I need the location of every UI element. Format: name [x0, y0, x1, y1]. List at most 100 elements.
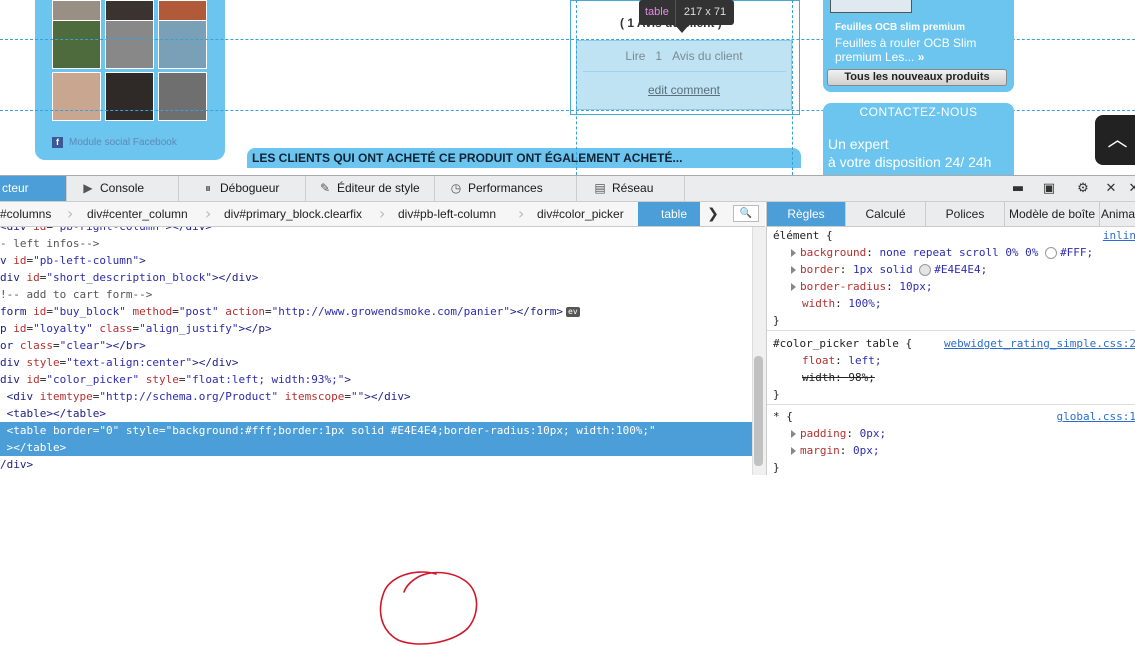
markup-line-selected[interactable]: ></table> [0, 439, 752, 456]
scroll-to-top-button[interactable]: ︿ [1095, 115, 1135, 165]
close-icon[interactable]: ✕ [1124, 179, 1135, 199]
markup-line[interactable]: <div id="pb-right-column"></div> [0, 227, 752, 235]
css-declaration-overridden[interactable]: width: 98%; [802, 369, 875, 386]
markup-line[interactable]: div id="color_picker" style="float:left;… [0, 371, 752, 388]
all-new-products-button[interactable]: Tous les nouveaux produits [827, 69, 1007, 86]
breadcrumb-item[interactable]: div#pb-left-column [398, 202, 496, 226]
css-property[interactable]: width [802, 297, 835, 310]
expand-triangle-icon[interactable] [791, 283, 796, 291]
search-icon[interactable]: 🔍 [733, 205, 759, 222]
close-icon[interactable]: ✕ [1101, 179, 1121, 199]
style-editor-icon: ✎ [319, 181, 331, 195]
rule-source-link[interactable]: global.css:1 [1057, 408, 1135, 425]
css-value[interactable]: 10px; [899, 280, 932, 293]
css-declaration[interactable]: margin: 0px; [791, 442, 880, 459]
css-property[interactable]: float [802, 354, 835, 367]
css-value[interactable]: 100%; [848, 297, 881, 310]
markup-line[interactable]: /div> [0, 456, 752, 473]
markup-line[interactable]: div id="short_description_block"></div> [0, 269, 752, 286]
contact-line-2: à votre disposition 24/ 24h [828, 154, 992, 170]
markup-line-selected[interactable]: <table border="0" style="background:#fff… [0, 422, 752, 439]
profile-photo[interactable] [52, 72, 101, 121]
tab-console[interactable]: ▶ Console [67, 176, 179, 201]
css-value[interactable]: 0px; [853, 444, 880, 457]
facebook-module-label[interactable]: f Module social Facebook [52, 137, 177, 148]
markup-view[interactable]: <div id="pb-right-column"></div> - left … [0, 227, 752, 475]
tab-box-model[interactable]: Modèle de boîte [1005, 202, 1100, 226]
css-declaration[interactable]: padding: 0px; [791, 425, 886, 442]
css-declaration[interactable]: float: left; [802, 352, 882, 369]
expand-triangle-icon[interactable] [791, 266, 796, 274]
rule-selector[interactable]: élément { [773, 227, 833, 244]
rule-selector[interactable]: * { [773, 408, 793, 425]
profile-photo[interactable] [105, 20, 154, 69]
breadcrumb-item[interactable]: div#primary_block.clearfix [224, 202, 362, 226]
breadcrumb-item[interactable]: #columns [0, 202, 51, 226]
expand-triangle-icon[interactable] [791, 430, 796, 438]
css-declaration[interactable]: background: none repeat scroll 0% 0% #FF… [791, 244, 1093, 261]
breadcrumb-item[interactable]: div#color_picker [537, 202, 624, 226]
product-description[interactable]: Feuilles à rouler OCB Slim premium Les..… [835, 36, 1010, 64]
tab-performance[interactable]: ◷ Performances [435, 176, 577, 201]
css-property[interactable]: border-radius [800, 280, 886, 293]
markup-line[interactable]: form id="buy_block" method="post" action… [0, 303, 752, 320]
css-property[interactable]: background [800, 246, 866, 259]
gear-icon[interactable]: ⚙ [1073, 179, 1093, 199]
tab-label: Console [100, 181, 145, 195]
read-reviews-link[interactable]: Lire 1 Avis du client [576, 49, 792, 63]
css-value[interactable]: left; [848, 354, 881, 367]
css-property[interactable]: padding [800, 427, 846, 440]
markup-scrollbar-thumb[interactable] [754, 356, 763, 466]
color-swatch[interactable] [1045, 247, 1058, 259]
css-declaration[interactable]: width: 100%; [802, 295, 882, 312]
markup-line[interactable]: or class="clear"></br> [0, 337, 752, 354]
facebook-module-text: Module social Facebook [69, 137, 177, 149]
rule-source-link[interactable]: webwidget_rating_simple.css:2 [944, 335, 1135, 352]
expand-triangle-icon[interactable] [791, 447, 796, 455]
expand-triangle-icon[interactable] [791, 249, 796, 257]
color-swatch[interactable] [919, 264, 932, 276]
css-value[interactable]: 1px solid #E4E4E4; [853, 263, 987, 276]
profile-photo[interactable] [52, 20, 101, 69]
chevron-right-icon[interactable]: ❯ [703, 205, 723, 223]
markup-line[interactable]: div style="text-align:center"></div> [0, 354, 752, 371]
markup-line[interactable]: <div itemtype="http://schema.org/Product… [0, 388, 752, 405]
markup-line[interactable]: - left infos--> [0, 235, 752, 252]
css-value[interactable]: 0px; [860, 427, 887, 440]
tab-inspector[interactable]: cteur [0, 176, 67, 201]
chevron-up-icon: ︿ [1107, 127, 1128, 151]
product-title[interactable]: Feuilles OCB slim premium [835, 22, 965, 33]
tab-rules[interactable]: Règles [767, 202, 846, 226]
tab-style-editor[interactable]: ✎ Éditeur de style [306, 176, 435, 201]
tab-debugger[interactable]: ⏸ Débogueur [179, 176, 306, 201]
css-declaration[interactable]: border: 1px solid #E4E4E4; [791, 261, 987, 278]
console-icon: ▶ [83, 181, 93, 195]
css-declaration[interactable]: border-radius: 10px; [791, 278, 932, 295]
css-property[interactable]: border [800, 263, 840, 276]
edit-comment-link[interactable]: edit comment [576, 83, 792, 97]
rule-source-link[interactable]: inlin [1103, 227, 1135, 244]
product-thumbnail[interactable] [830, 0, 912, 13]
markup-line[interactable]: !-- add to cart form--> [0, 286, 752, 303]
contact-text: Un expert à votre disposition 24/ 24h [828, 135, 991, 171]
markup-line[interactable]: <table></table> [0, 405, 752, 422]
tab-computed[interactable]: Calculé [846, 202, 926, 226]
css-property[interactable]: width [802, 371, 835, 384]
profile-photo[interactable] [158, 72, 207, 121]
profile-photo[interactable] [158, 20, 207, 69]
breadcrumb-item[interactable]: div#center_column [87, 202, 188, 226]
markup-line[interactable]: p id="loyalty" class="align_justify"></p… [0, 320, 752, 337]
markup-line[interactable]: v id="pb-left-column"> [0, 252, 752, 269]
css-property[interactable]: margin [800, 444, 840, 457]
tab-animations[interactable]: Anima [1100, 202, 1135, 226]
tab-network[interactable]: ▤ Réseau [577, 176, 685, 201]
event-badge[interactable]: ev [566, 307, 580, 317]
responsive-design-icon[interactable]: ▣ [1039, 179, 1059, 199]
split-console-icon[interactable]: ▬ [1008, 179, 1028, 199]
rule-selector[interactable]: #color_picker table { [773, 335, 912, 352]
css-value[interactable]: none repeat scroll 0% 0% #FFF; [879, 246, 1093, 259]
breadcrumb-item-active[interactable]: table [638, 202, 700, 226]
profile-photo[interactable] [105, 72, 154, 121]
tab-fonts[interactable]: Polices [926, 202, 1005, 226]
css-value[interactable]: 98%; [848, 371, 875, 384]
